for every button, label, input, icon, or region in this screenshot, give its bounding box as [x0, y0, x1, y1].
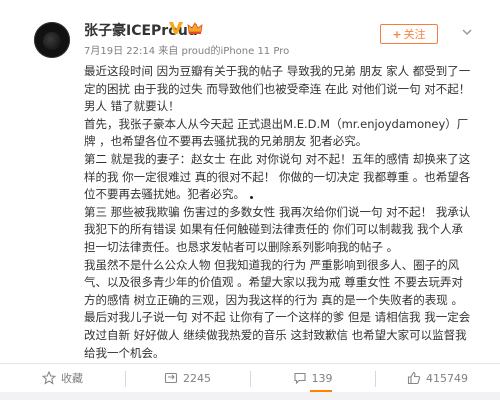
post-paragraph-1: 最近这段时间 因为豆瓣有关于我的帖子 导致我的兄弟 朋友 家人 都受到了一定的困… — [84, 64, 471, 114]
post-header: 张子豪ICEProud 7月19日 22:14 来自 proud的iPhone … — [0, 0, 500, 60]
follow-label: 关注 — [403, 28, 426, 41]
comment-icon — [293, 372, 306, 385]
vip-v-icon — [169, 22, 183, 34]
post-meta: 7月19日 22:14 来自 proud的iPhone 11 Pro — [84, 42, 289, 57]
repost-button[interactable]: 2245 — [125, 364, 250, 392]
post-timestamp[interactable]: 7月19日 22:14 — [84, 46, 155, 57]
post-paragraph-6: 最后对我儿子说一句 对不起 让你有了一个这样的爹 但是 请相信我 我一定会改过自… — [84, 310, 471, 360]
comment-button[interactable]: 139 — [250, 364, 375, 392]
action-bar: 收藏 2245 139 415749 — [0, 363, 500, 393]
repost-count: 2245 — [183, 371, 211, 385]
crown-icon[interactable] — [186, 21, 204, 35]
favorite-label: 收藏 — [61, 372, 83, 385]
post-body: 最近这段时间 因为豆瓣有关于我的帖子 导致我的兄弟 朋友 家人 都受到了一定的困… — [84, 63, 472, 362]
star-icon — [42, 371, 56, 385]
post-paragraph-3: 第二 就是我的妻子：赵女士 在此 对你说句 对不起！五年的感情 却换来了这样的我… — [84, 151, 471, 202]
post-source[interactable]: proud的iPhone 11 Pro — [181, 46, 289, 57]
favorite-button[interactable]: 收藏 — [0, 364, 125, 392]
comment-count: 139 — [311, 371, 333, 385]
follow-button[interactable]: + 关注 — [380, 24, 438, 44]
plus-icon: + — [392, 28, 402, 41]
like-button[interactable]: 415749 — [375, 364, 500, 392]
like-count: 415749 — [426, 371, 468, 385]
post-paragraph-5: 我虽然不是什么公众人物 但我知道我的行为 严重影响到很多人、圈子的风气、以及很多… — [84, 257, 463, 307]
cursor-dot — [250, 196, 253, 199]
post-paragraph-2: 首先，我张子豪本人从今天起 正式退出M.E.D.M（mr.enjoydamone… — [84, 116, 469, 149]
chevron-down-icon[interactable] — [461, 26, 473, 38]
source-prefix: 来自 — [158, 46, 179, 57]
bottom-strip — [0, 392, 500, 400]
post-paragraph-4: 第三 那些被我欺骗 伤害过的多数女性 我再次给你们说一句 对不起！ 我承认我犯下… — [84, 204, 471, 254]
repost-icon — [164, 372, 178, 384]
thumbs-up-icon — [407, 371, 421, 385]
avatar[interactable] — [34, 22, 70, 58]
